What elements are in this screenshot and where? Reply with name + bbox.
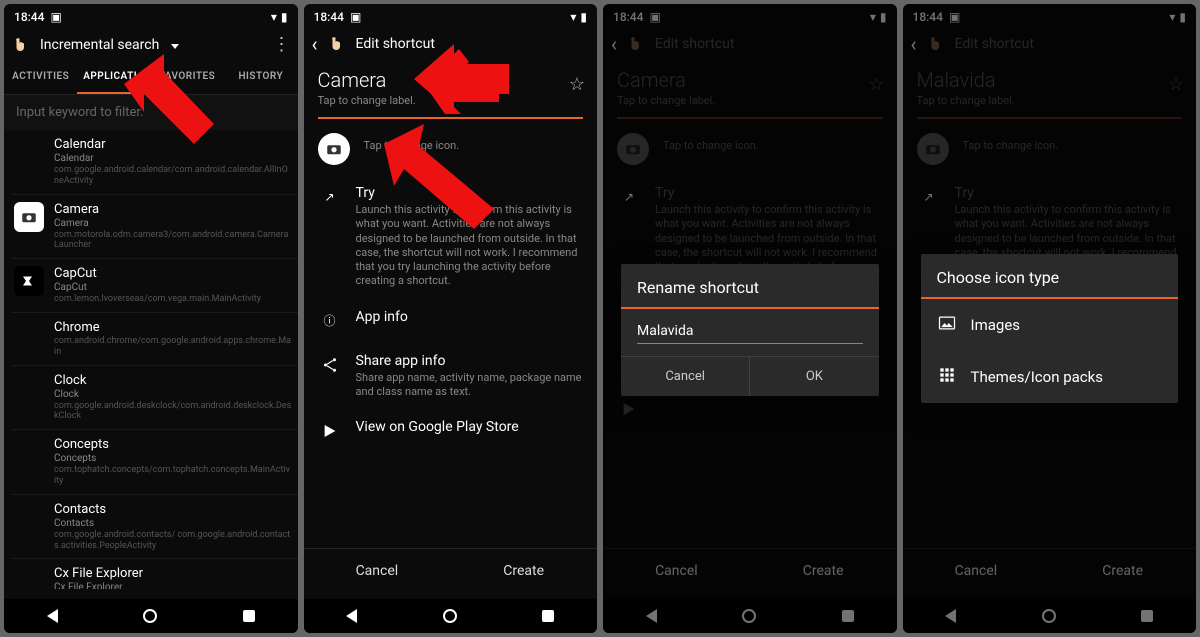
list-item[interactable]: Concepts Concepts com.tophatch.concepts/… [12, 430, 298, 495]
share-description: Share app name, activity name, package n… [356, 371, 584, 400]
rename-input[interactable]: Malavida [637, 323, 863, 344]
app-subtitle: Camera [54, 218, 292, 229]
nav-bar [304, 599, 598, 633]
nav-back-icon[interactable] [47, 609, 58, 623]
nav-back-icon[interactable] [346, 609, 357, 623]
battery-icon: ▮ [281, 10, 288, 24]
accent-divider [621, 307, 879, 309]
play-store-label: View on Google Play Store [356, 419, 519, 435]
share-row[interactable]: Share app info Share app name, activity … [304, 343, 598, 410]
screen-3-rename-dialog: 18:44 ▣ ▾▮ ‹ Edit shortcut Camera Tap to… [603, 4, 897, 633]
image-icon [937, 313, 957, 337]
favorite-star-icon[interactable]: ☆ [569, 74, 585, 95]
app-subtitle: Contacts [54, 518, 292, 529]
screen-4-choose-icon-dialog: 18:44 ▣ ▾▮ ‹ Edit shortcut Malavida Tap … [903, 4, 1197, 633]
nav-home-icon[interactable] [143, 609, 157, 623]
status-right-icons: ▾ ▮ [271, 10, 288, 24]
annotation-arrow-label [414, 34, 514, 114]
screen-1-activities-list: 18:44 ▣ ▾ ▮ Incremental search ⋮ ACTIVIT… [4, 4, 298, 633]
bottom-button-bar: Cancel Create [304, 548, 598, 593]
play-store-icon [318, 419, 342, 443]
list-item[interactable]: Cx File Explorer Cx File Explorer com.cx… [12, 559, 298, 589]
nav-bar [4, 599, 298, 633]
status-right-icons: ▾▮ [570, 10, 587, 24]
play-store-row[interactable]: View on Google Play Store [304, 409, 598, 453]
list-item[interactable]: Camera Camera com.motorola.odm.camera3/c… [12, 195, 298, 260]
app-package: com.google.android.contacts/ com.google.… [54, 530, 292, 552]
list-item[interactable]: Contacts Contacts com.google.android.con… [12, 495, 298, 560]
app-title: Contacts [54, 502, 292, 517]
app-title: Cx File Explorer [54, 566, 292, 581]
back-icon[interactable]: ‹ [312, 34, 318, 54]
app-title: Clock [54, 373, 292, 388]
cancel-button[interactable]: Cancel [304, 549, 451, 593]
app-title: CapCut [54, 266, 261, 281]
app-subtitle: CapCut [54, 282, 261, 293]
grid-icon [937, 365, 957, 389]
choose-icon-dialog: Choose icon type Images Themes/Icon pack… [921, 254, 1179, 403]
list-item[interactable]: CapCut CapCut com.lemon.lvoverseas/com.v… [12, 259, 298, 313]
app-package: com.google.android.deskclock/com.android… [54, 401, 292, 423]
share-label: Share app info [356, 353, 584, 369]
list-item[interactable]: Chrome com.android.chrome/com.google.and… [12, 313, 298, 366]
dialog-cancel-button[interactable]: Cancel [621, 357, 750, 396]
rename-dialog: Rename shortcut Malavida Cancel OK [621, 264, 879, 396]
app-package: com.android.chrome/com.google.android.ap… [54, 336, 292, 358]
option-packs-label: Themes/Icon packs [971, 368, 1103, 386]
status-left-icon: ▣ [50, 10, 61, 24]
app-package: com.motorola.odm.camera3/com.android.cam… [54, 230, 292, 252]
nav-home-icon[interactable] [443, 609, 457, 623]
app-subtitle: Cx File Explorer [54, 582, 292, 589]
create-button[interactable]: Create [450, 549, 597, 593]
dialog-buttons: Cancel OK [621, 356, 879, 396]
dialog-title: Rename shortcut [621, 278, 879, 307]
wifi-icon: ▾ [570, 10, 576, 24]
applications-list[interactable]: Calendar Calendar com.google.android.cal… [4, 130, 298, 589]
status-left-icon: ▣ [350, 10, 361, 24]
battery-icon: ▮ [580, 10, 587, 24]
app-title: Chrome [54, 320, 292, 335]
share-icon [318, 353, 342, 377]
app-title: Concepts [54, 437, 292, 452]
app-package: com.lemon.lvoverseas/com.vega.main.MainA… [54, 294, 261, 305]
status-time: 18:44 [314, 10, 344, 24]
capcut-icon [14, 266, 44, 296]
launch-icon: ↗ [318, 185, 342, 209]
app-subtitle: Concepts [54, 453, 292, 464]
tab-history[interactable]: HISTORY [224, 61, 297, 94]
app-package: com.tophatch.concepts/com.tophatch.conce… [54, 465, 292, 487]
chevron-down-icon[interactable] [171, 44, 179, 49]
status-time: 18:44 [14, 10, 44, 24]
app-launcher-icon[interactable] [328, 35, 346, 53]
info-icon: ⓘ [318, 309, 342, 333]
app-info-label: App info [356, 309, 408, 325]
accent-divider [318, 117, 584, 119]
wifi-icon: ▾ [271, 10, 277, 24]
app-launcher-icon[interactable] [12, 36, 30, 54]
nav-recent-icon[interactable] [542, 610, 554, 622]
annotation-arrow-icon [374, 124, 504, 254]
overflow-menu-icon[interactable]: ⋮ [273, 34, 290, 55]
list-item[interactable]: Clock Clock com.google.android.deskclock… [12, 366, 298, 431]
app-title: Camera [54, 202, 292, 217]
shortcut-icon [318, 133, 350, 165]
dialog-ok-button[interactable]: OK [750, 357, 878, 396]
option-images-label: Images [971, 316, 1021, 334]
nav-recent-icon[interactable] [243, 610, 255, 622]
option-icon-packs[interactable]: Themes/Icon packs [921, 351, 1179, 403]
camera-icon [14, 202, 44, 232]
status-bar: 18:44 ▣ ▾ ▮ [4, 4, 298, 28]
status-bar: 18:44 ▣ ▾▮ [304, 4, 598, 28]
app-subtitle: Clock [54, 389, 292, 400]
screen-2-edit-shortcut: 18:44 ▣ ▾▮ ‹ Edit shortcut Camera Tap to… [304, 4, 598, 633]
dialog-title: Choose icon type [921, 254, 1179, 297]
tab-activities[interactable]: ACTIVITIES [4, 61, 77, 94]
annotation-arrow-tabs [104, 54, 214, 184]
app-info-row[interactable]: ⓘ App info [304, 299, 598, 343]
option-images[interactable]: Images [921, 299, 1179, 351]
toolbar-title[interactable]: Incremental search [40, 37, 159, 53]
